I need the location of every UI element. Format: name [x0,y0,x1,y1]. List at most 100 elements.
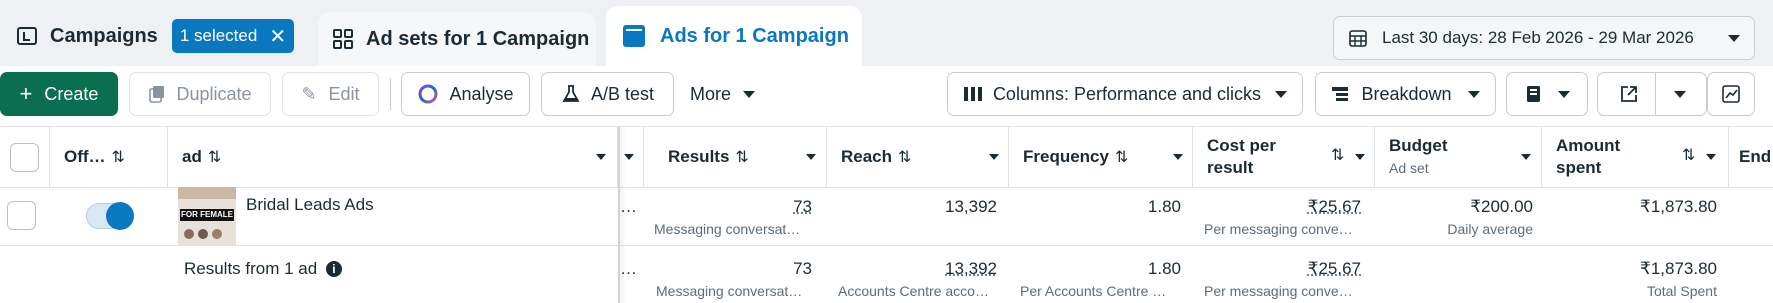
edit-button[interactable]: ✎ Edit [282,72,379,116]
row-cost-value[interactable]: ₹25.67 [1308,197,1361,216]
analyse-ring-icon [418,84,438,104]
columns-button[interactable]: Columns: Performance and clicks [947,72,1303,116]
row-budget-sub: Daily average [1447,221,1533,237]
summary-results: 73 [793,259,812,278]
pencil-icon: ✎ [301,83,317,104]
header-results-label: Results [668,147,730,166]
reports-button[interactable] [1506,72,1588,116]
summary-cost-value[interactable]: ₹25.67 [1308,259,1361,278]
more-button[interactable]: More [690,72,756,116]
breakdown-button[interactable]: Breakdown [1315,72,1496,116]
sort-icon[interactable]: ⇅ [208,147,221,167]
summary-hidden-ellipsis: … [620,259,637,278]
summary-spent: ₹1,873.80 [1640,259,1717,278]
date-range-label: Last 30 days: 28 Feb 2026 - 29 Mar 2026 [1382,28,1694,47]
sort-icon[interactable]: ⇅ [898,147,911,167]
summary-spent-sub: Total Spent [1646,283,1717,299]
plus-icon: + [19,81,33,106]
reports-icon [1527,86,1540,102]
tab-campaigns[interactable]: Campaigns 1 selected ✕ [0,6,305,66]
row-divider [0,245,1773,246]
sort-icon[interactable]: ⇅ [1331,145,1344,167]
chevron-down-icon[interactable] [1173,154,1183,160]
breakdown-label: Breakdown [1361,83,1452,104]
selected-badge[interactable]: 1 selected ✕ [171,19,295,53]
sort-icon[interactable]: ⇅ [1682,145,1695,167]
header-cost-per-result[interactable]: Cost per result ⇅ [1193,127,1375,187]
header-budget[interactable]: Budget Ad set [1375,127,1542,187]
toggle-knob [106,202,134,230]
ad-thumbnail[interactable]: FOR FEMALE [178,187,236,245]
tab-ads[interactable]: Ads for 1 Campaign [606,6,862,66]
summary-reach-value[interactable]: 13,392 [945,259,997,278]
summary-cost-sub: Per messaging conve… [1204,283,1353,299]
analyse-button[interactable]: Analyse [401,72,530,116]
clear-selection-icon[interactable]: ✕ [269,24,286,49]
frozen-column-divider [618,127,620,303]
chart-icon [1722,85,1740,103]
header-amount-spent[interactable]: Amount spent ⇅ [1542,127,1729,187]
selected-count: 1 selected [179,26,258,45]
summary-reach-sub: Accounts Centre acco… [838,283,989,299]
select-all-checkbox[interactable] [10,142,39,172]
chevron-down-icon[interactable] [596,154,606,160]
header-results[interactable]: Results ⇅ [644,127,827,187]
tab-adsets[interactable]: Ad sets for 1 Campaign [318,12,596,66]
create-button[interactable]: + Create [0,72,118,116]
row-checkbox[interactable] [7,201,36,230]
chevron-down-icon [1558,90,1570,98]
ab-test-button[interactable]: A/B test [541,72,674,116]
row-frequency: 1.80 [1147,197,1181,216]
export-button[interactable] [1597,72,1707,116]
duplicate-icon [149,86,165,103]
duplicate-label: Duplicate [176,83,252,104]
row-reach: 13,392 [945,197,997,216]
chevron-down-icon [1467,90,1480,98]
header-off[interactable]: Off… ⇅ [50,127,168,187]
header-frequency-label: Frequency [1023,147,1109,166]
summary-frequency-sub: Per Accounts Centre … [1020,283,1167,299]
row-budget: ₹200.00 [1470,197,1533,216]
flask-icon [562,85,580,102]
row-results-sub: Messaging conversat… [654,221,801,237]
chevron-down-icon[interactable] [1706,154,1716,160]
header-ends[interactable]: End [1729,127,1773,187]
header-reach[interactable]: Reach ⇅ [827,127,1009,187]
date-range-picker[interactable]: Last 30 days: 28 Feb 2026 - 29 Mar 2026 [1333,16,1755,60]
row-spent: ₹1,873.80 [1640,197,1717,216]
chevron-down-icon[interactable] [806,154,816,160]
header-cost-label-1: Cost per [1207,136,1276,155]
info-icon[interactable]: i [325,261,342,277]
sort-icon[interactable]: ⇅ [112,147,125,167]
chevron-down-icon [1728,34,1740,42]
header-cost-label-2: result [1207,158,1254,177]
ad-name[interactable]: Bridal Leads Ads [246,195,374,215]
columns-icon [963,87,982,101]
header-off-label: Off… [64,147,106,166]
chevron-down-icon[interactable] [624,154,634,160]
header-frequency[interactable]: Frequency ⇅ [1009,127,1193,187]
header-ad[interactable]: ad ⇅ [168,127,618,187]
ads-table: Off… ⇅ ad ⇅ Results ⇅ Reach ⇅ Frequency ⇅ Cos… [0,126,1773,303]
sort-icon[interactable]: ⇅ [735,147,748,167]
row-results-value[interactable]: 73 [793,197,812,216]
chevron-down-icon[interactable] [1355,154,1365,160]
ab-test-label: A/B test [590,83,655,104]
chart-toggle-button[interactable] [1707,72,1755,116]
breakdown-icon [1332,87,1349,101]
thumbnail-dot [184,229,194,239]
row-toggle[interactable] [86,202,134,230]
chevron-down-icon [743,90,756,98]
toolbar-divider [390,78,391,110]
duplicate-button[interactable]: Duplicate [129,72,271,116]
adsets-grid-icon [333,29,353,49]
chevron-down-icon [1673,90,1686,98]
header-ends-label: End [1739,147,1772,166]
sort-icon[interactable]: ⇅ [1115,147,1128,167]
header-divider [0,187,1773,188]
analyse-label: Analyse [449,83,514,104]
campaign-folder-icon [17,27,37,45]
chevron-down-icon[interactable] [1521,154,1531,160]
chevron-down-icon[interactable] [989,154,999,160]
row-results: 73 [644,197,812,217]
